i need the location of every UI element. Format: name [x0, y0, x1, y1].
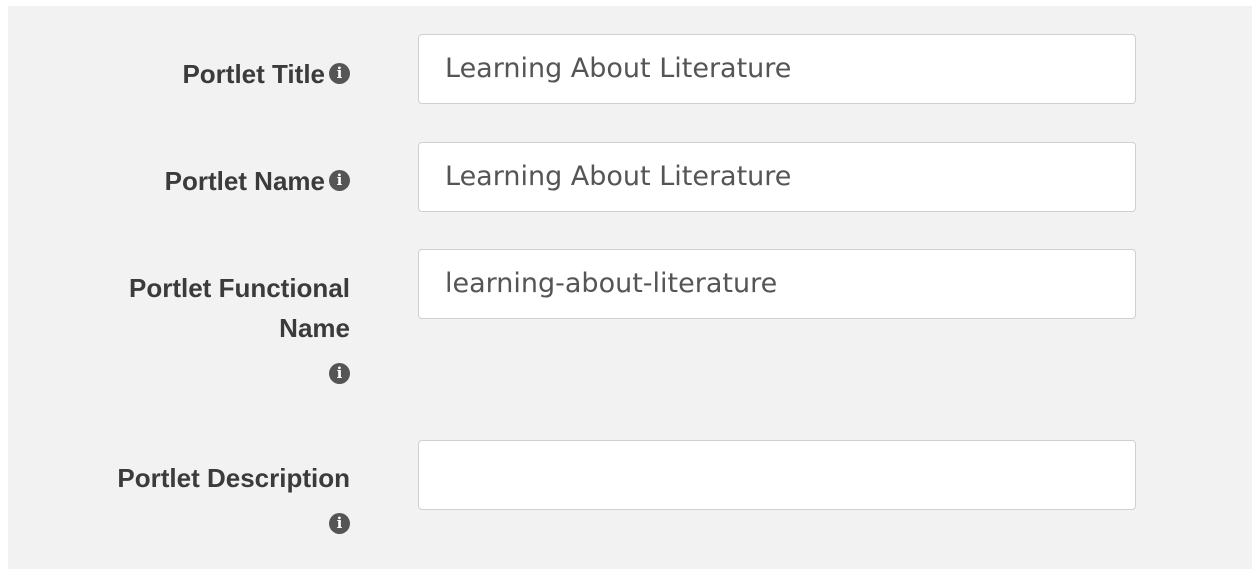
portlet-name-label: Portlet Name i [8, 161, 350, 201]
portlet-functional-name-label: Portlet Functional Name i [8, 268, 350, 394]
portlet-title-label-text: Portlet Title [182, 59, 325, 89]
portlet-title-input[interactable]: Learning About Literature [418, 34, 1136, 104]
portlet-description-input[interactable] [418, 440, 1136, 510]
portlet-functional-name-input[interactable]: learning-about-literature [418, 249, 1136, 319]
portlet-name-input[interactable]: Learning About Literature [418, 142, 1136, 212]
portlet-title-label: Portlet Title i [8, 54, 350, 94]
info-circle-icon[interactable]: i [329, 512, 350, 534]
info-circle-icon[interactable]: i [329, 169, 350, 191]
portlet-name-label-text: Portlet Name [164, 166, 325, 196]
portlet-functional-name-label-line2: Name [279, 313, 350, 343]
info-circle-icon[interactable]: i [329, 362, 350, 384]
portlet-description-label: Portlet Description i [8, 458, 350, 544]
portlet-functional-name-label-line1: Portlet Functional [129, 273, 350, 303]
portlet-description-icon-wrap: i [8, 498, 350, 544]
info-circle-icon[interactable]: i [329, 62, 350, 84]
portlet-description-label-text: Portlet Description [117, 463, 350, 493]
portlet-functional-name-icon-wrap: i [8, 348, 350, 394]
portlet-settings-form: Portlet Title i Learning About Literature… [8, 6, 1252, 569]
